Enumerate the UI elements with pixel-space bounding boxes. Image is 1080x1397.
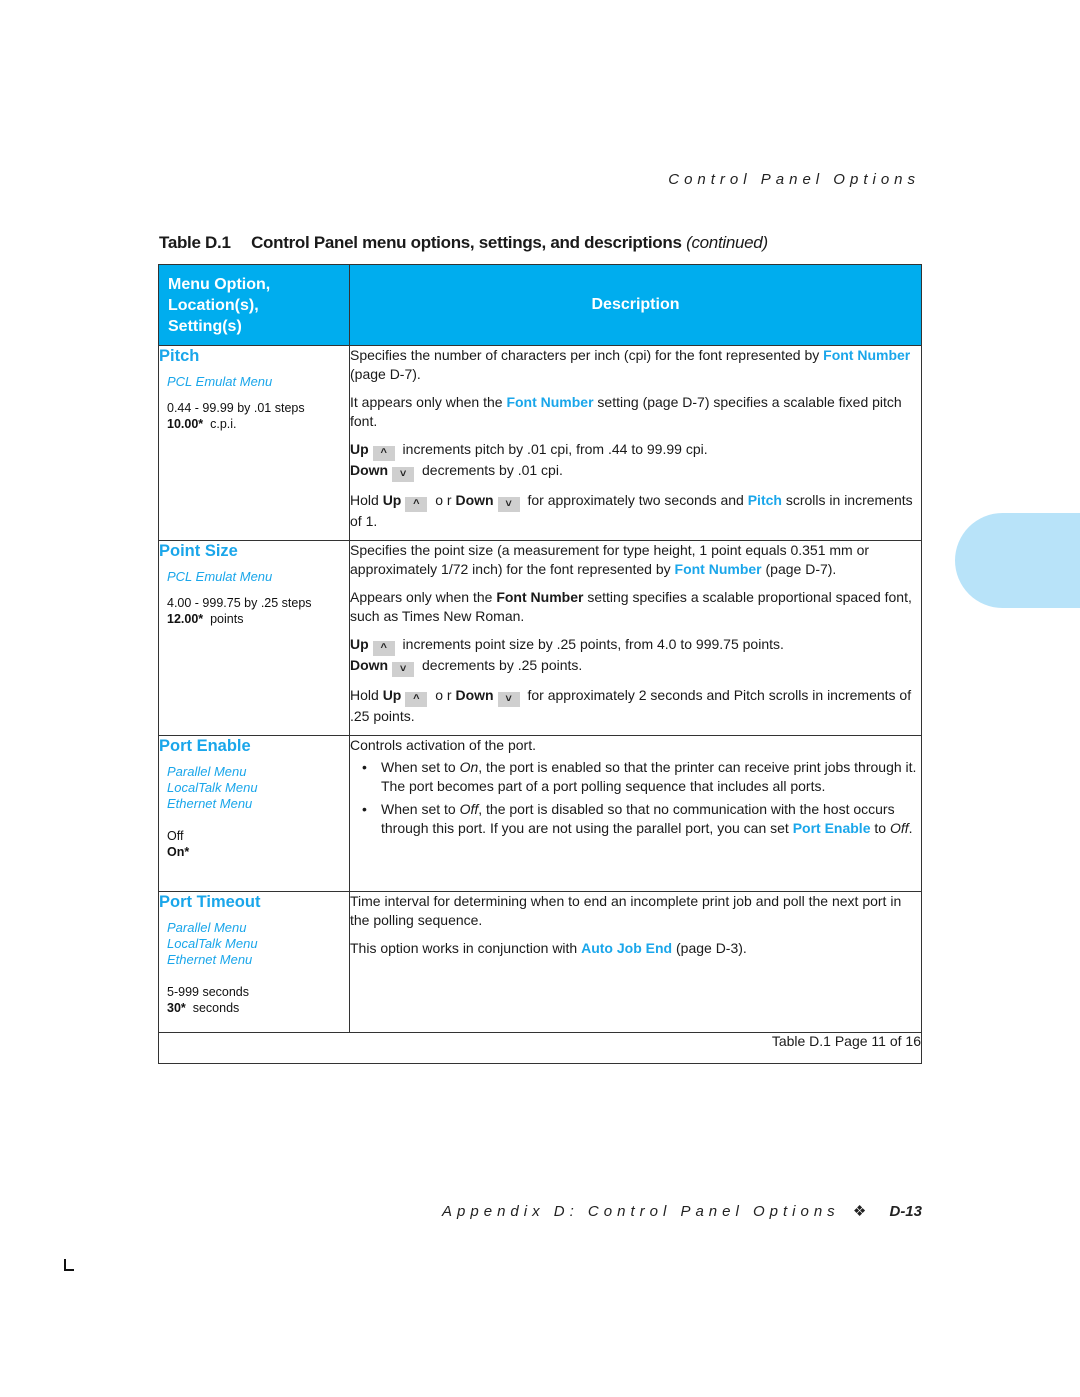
description-paragraph: This option works in conjunction with Au… xyxy=(350,940,747,956)
up-arrow-key-icon: ^ xyxy=(405,497,428,512)
description-paragraph: Specifies the point size (a measurement … xyxy=(350,542,870,577)
settings: 4.00 - 999.75 by .25 steps 12.00* points xyxy=(167,595,349,627)
setting-range: 4.00 - 999.75 by .25 steps xyxy=(167,596,312,610)
option-cell: Port Enable Parallel Menu LocalTalk Menu… xyxy=(158,735,350,892)
font-number-link[interactable]: Font Number xyxy=(823,347,910,363)
continued-label: (continued) xyxy=(686,233,768,252)
option-cell: Point Size PCL Emulat Menu 4.00 - 999.75… xyxy=(158,540,350,736)
font-number-link[interactable]: Font Number xyxy=(506,394,593,410)
header-line: Menu Option, xyxy=(168,275,271,293)
down-arrow-key-icon: ˅ xyxy=(497,692,520,707)
auto-job-end-link[interactable]: Auto Job End xyxy=(581,940,672,956)
description-cell: Time interval for determining when to en… xyxy=(349,891,922,1033)
option-name: Point Size xyxy=(159,542,238,560)
table-row-pitch: Pitch PCL Emulat Menu 0.44 - 99.99 by .0… xyxy=(158,345,922,541)
diamond-ornament-icon: ❖ xyxy=(852,1203,867,1220)
default-unit: seconds xyxy=(192,1001,240,1015)
menu-location: Ethernet Menu xyxy=(167,796,253,811)
table-page-indicator: Table D.1 Page 11 of 16 xyxy=(158,1032,922,1064)
menu-location: LocalTalk Menu xyxy=(167,780,258,795)
pitch-link[interactable]: Pitch xyxy=(748,492,782,508)
down-arrow-key-icon: ˅ xyxy=(497,497,520,512)
menu-location: PCL Emulat Menu xyxy=(167,374,273,389)
settings: 0.44 - 99.99 by .01 steps 0.44 - 99.99 b… xyxy=(167,400,349,432)
header-line: Setting(s) xyxy=(168,317,242,335)
default-value: 12.00* xyxy=(167,612,204,626)
table-header-row: Menu Option, Location(s), Setting(s) Des… xyxy=(158,264,922,346)
description-paragraph: Appears only when the Font Number settin… xyxy=(350,589,912,624)
hold-instructions: Hold Up ^ o r Down ˅ for approximately two… xyxy=(350,492,913,529)
page-number: D-13 xyxy=(889,1203,922,1220)
table-number: Table D.1 xyxy=(159,233,231,252)
description-paragraph: Specifies the number of characters per i… xyxy=(350,347,911,382)
description-paragraph: Controls activation of the port. xyxy=(350,737,536,753)
setting-default: 12.00* points xyxy=(167,611,349,627)
running-footer: Appendix D: Control Panel Options ❖ D-13 xyxy=(442,1202,922,1220)
option-name: Pitch xyxy=(159,347,200,365)
header-menu-option: Menu Option, Location(s), Setting(s) xyxy=(158,264,350,346)
footer-title: Appendix D: Control Panel Options xyxy=(442,1203,840,1220)
crop-mark-icon xyxy=(64,1259,74,1271)
table-row-point-size: Point Size PCL Emulat Menu 4.00 - 999.75… xyxy=(158,540,922,736)
option-name: Port Timeout xyxy=(159,893,261,911)
description-cell: Specifies the number of characters per i… xyxy=(349,345,922,541)
header-description: Description xyxy=(349,264,922,346)
menu-location: Parallel Menu xyxy=(167,764,247,779)
default-unit: c.p.i. xyxy=(210,417,237,431)
up-arrow-key-icon: ^ xyxy=(372,446,395,461)
option-cell: Pitch PCL Emulat Menu 0.44 - 99.99 by .0… xyxy=(158,345,350,541)
description-cell: Controls activation of the port. When se… xyxy=(349,735,922,892)
bullet-item: When set to Off, the port is disabled so… xyxy=(350,800,921,838)
setting-default: 0.44 - 99.99 by .01 steps10.00* c.p.i. xyxy=(167,416,349,432)
down-arrow-key-icon: ˅ xyxy=(392,662,415,677)
bullet-item: When set to On, the port is enabled so t… xyxy=(350,758,921,796)
default-unit: points xyxy=(210,612,244,626)
menu-location: PCL Emulat Menu xyxy=(167,569,273,584)
key-instructions: Up ^ increments pitch by .01 cpi, from .4… xyxy=(350,441,708,482)
table-footer-row: Table D.1 Page 11 of 16 xyxy=(158,1032,922,1064)
default-value: 10.00* xyxy=(167,417,204,431)
header-line: Location(s), xyxy=(168,296,259,314)
setting-range: 0.44 - 99.99 by .01 steps xyxy=(167,401,305,415)
description-cell: Specifies the point size (a measurement … xyxy=(349,540,922,736)
settings: Off On* xyxy=(167,828,349,860)
hold-instructions: Hold Up ^ o r Down ˅ for approximately 2 s… xyxy=(350,687,912,724)
menu-location: Ethernet Menu xyxy=(167,952,253,967)
table-row-port-enable: Port Enable Parallel Menu LocalTalk Menu… xyxy=(158,735,922,892)
section-thumb-tab xyxy=(955,513,1080,608)
table-row-port-timeout: Port Timeout Parallel Menu LocalTalk Men… xyxy=(158,891,922,1033)
setting-value: Off xyxy=(167,829,184,843)
key-instructions: Up ^ increments point size by .25 points,… xyxy=(350,636,784,677)
control-panel-options-table: Menu Option, Location(s), Setting(s) Des… xyxy=(158,264,922,1064)
port-enable-link[interactable]: Port Enable xyxy=(793,820,871,836)
bullet-list: When set to On, the port is enabled so t… xyxy=(350,758,921,838)
default-value: On* xyxy=(167,845,190,859)
setting-range: 5-999 seconds xyxy=(167,985,250,999)
menu-location: LocalTalk Menu xyxy=(167,936,258,951)
option-cell: Port Timeout Parallel Menu LocalTalk Men… xyxy=(158,891,350,1033)
settings: 5-999 seconds 30* seconds xyxy=(167,984,349,1016)
table-title: Control Panel menu options, settings, an… xyxy=(251,233,682,252)
down-arrow-key-icon: ˅ xyxy=(392,467,415,482)
description-paragraph: It appears only when the Font Number set… xyxy=(350,394,902,429)
default-value: 30* xyxy=(167,1001,186,1015)
description-paragraph: Time interval for determining when to en… xyxy=(350,893,902,928)
up-arrow-key-icon: ^ xyxy=(405,692,428,707)
menu-location: Parallel Menu xyxy=(167,920,247,935)
option-name: Port Enable xyxy=(159,737,251,755)
running-header: Control Panel Options xyxy=(668,171,920,188)
font-number-link[interactable]: Font Number xyxy=(675,561,762,577)
up-arrow-key-icon: ^ xyxy=(372,641,395,656)
table-caption: Table D.1 Control Panel menu options, se… xyxy=(159,233,768,253)
